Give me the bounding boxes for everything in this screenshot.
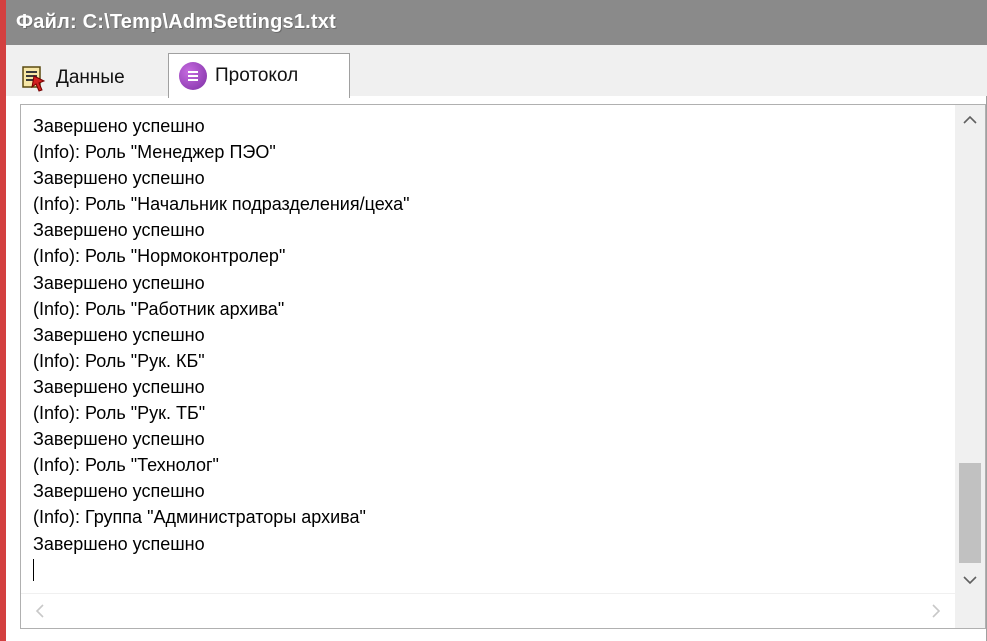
log-line: Завершено успешно (33, 533, 205, 554)
horizontal-scrollbar[interactable] (21, 593, 957, 628)
chevron-left-icon[interactable] (25, 594, 55, 628)
protocol-log-textarea[interactable]: Завершено успешно (Info): Роль "Менеджер… (20, 104, 986, 629)
log-line: (Info): Роль "Начальник подразделения/це… (33, 194, 410, 215)
chevron-down-icon[interactable] (955, 565, 985, 595)
chevron-right-icon[interactable] (921, 594, 951, 628)
tab-protocol-label: Протокол (215, 65, 299, 86)
scrollbar-corner (955, 594, 985, 628)
tab-strip: Данные Протокол (0, 45, 987, 98)
log-line: (Info): Роль "Нормоконтролер" (33, 246, 286, 267)
tab-data-label: Данные (56, 67, 125, 88)
protocol-panel: Завершено успешно (Info): Роль "Менеджер… (0, 96, 987, 641)
tab-protocol[interactable]: Протокол (168, 53, 350, 98)
log-line: Завершено успешно (33, 429, 205, 450)
tab-data[interactable]: Данные (10, 59, 166, 97)
log-line: Завершено успешно (33, 324, 205, 345)
text-caret (33, 558, 34, 581)
protocol-icon (179, 62, 207, 90)
log-line: (Info): Группа "Администраторы архива" (33, 507, 366, 528)
log-line: Завершено успешно (33, 376, 205, 397)
data-icon (20, 64, 48, 92)
vertical-scroll-thumb[interactable] (959, 463, 981, 563)
chevron-up-icon[interactable] (955, 105, 985, 135)
log-line: (Info): Роль "Рук. ТБ" (33, 403, 206, 424)
log-line: Завершено успешно (33, 272, 205, 293)
log-line: Завершено успешно (33, 168, 205, 189)
log-line: (Info): Роль "Менеджер ПЭО" (33, 142, 276, 163)
log-line: Завершено успешно (33, 116, 205, 136)
vertical-scrollbar[interactable] (955, 105, 985, 595)
log-line: Завершено успешно (33, 481, 205, 502)
log-line: (Info): Роль "Рук. КБ" (33, 350, 205, 371)
window-title: Файл: C:\Temp\AdmSettings1.txt (0, 0, 987, 45)
log-line: (Info): Роль "Технолог" (33, 455, 219, 476)
log-line: (Info): Роль "Работник архива" (33, 298, 285, 319)
log-line: Завершено успешно (33, 220, 205, 241)
log-text[interactable]: Завершено успешно (Info): Роль "Менеджер… (33, 113, 943, 583)
